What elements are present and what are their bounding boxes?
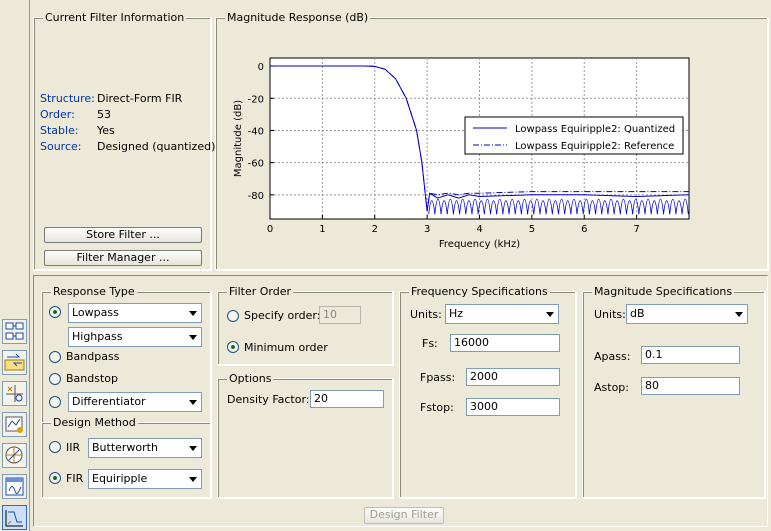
x-tick-label: 3: [424, 224, 430, 235]
x-tick-label: 5: [529, 224, 535, 235]
y-axis-label: Magnitude (dB): [233, 100, 244, 177]
minimum-order-radio[interactable]: [227, 341, 239, 353]
filter-order-title: Filter Order: [227, 285, 293, 298]
design-filter-icon[interactable]: [2, 505, 27, 530]
current-filter-info-title: Current Filter Information: [43, 11, 187, 24]
legend-entry: Lowpass Equiripple2: Quantized: [515, 124, 675, 135]
structure-label: Structure:: [40, 92, 95, 105]
y-tick-label: -80: [248, 191, 264, 202]
specify-order-label: Specify order:: [244, 309, 321, 322]
apass-input[interactable]: 0.1: [641, 346, 740, 364]
y-tick-label: 0: [258, 62, 264, 73]
x-tick-label: 2: [372, 224, 378, 235]
fir-radio[interactable]: [49, 472, 61, 484]
freq-units-select[interactable]: Hz: [445, 304, 559, 324]
x-tick-label: 0: [267, 224, 273, 235]
stable-label: Stable:: [40, 124, 79, 137]
mag-units-value: dB: [630, 307, 645, 320]
highpass-select-value: Highpass: [72, 330, 123, 343]
bandstop-label: Bandstop: [66, 372, 118, 385]
quantize-icon[interactable]: [2, 412, 27, 437]
x-tick-label: 6: [581, 224, 587, 235]
design-method-title: Design Method: [51, 416, 138, 429]
chevron-down-icon: [186, 394, 200, 410]
structure-value: Direct-Form FIR: [97, 92, 183, 105]
differentiator-radio[interactable]: [49, 396, 61, 408]
magnitude-specs-title: Magnitude Specifications: [592, 285, 735, 298]
bandpass-radio[interactable]: [49, 351, 61, 363]
chevron-down-icon: [732, 306, 746, 322]
lowpass-radio[interactable]: [49, 306, 61, 318]
source-value: Designed (quantized): [97, 140, 216, 153]
fstop-label: Fstop:: [420, 401, 454, 414]
order-label: Order:: [40, 108, 75, 121]
fpass-label: Fpass:: [420, 371, 456, 384]
x-axis-label: Frequency (kHz): [439, 239, 520, 250]
fs-label: Fs:: [422, 337, 438, 350]
y-tick-label: -20: [248, 94, 264, 105]
y-tick-label: -60: [248, 159, 264, 170]
chevron-down-icon: [186, 305, 200, 321]
store-filter-button[interactable]: Store Filter ...: [44, 227, 202, 243]
highpass-select[interactable]: Highpass: [68, 327, 202, 347]
filter-structure-icon[interactable]: [2, 319, 27, 344]
design-filter-button[interactable]: Design Filter: [364, 507, 444, 524]
filter-manager-button[interactable]: Filter Manager ...: [44, 250, 202, 266]
chevron-down-icon: [186, 471, 200, 487]
iir-method-value: Butterworth: [92, 441, 158, 454]
mag-units-select[interactable]: dB: [626, 304, 748, 324]
transform-icon[interactable]: [2, 350, 27, 375]
toolbar-divider: [29, 0, 30, 531]
astop-label: Astop:: [594, 381, 629, 394]
fir-method-select[interactable]: Equiripple: [88, 469, 202, 489]
differentiator-select-value: Differentiator: [72, 395, 146, 408]
fir-label: FIR: [66, 472, 84, 485]
y-tick-label: -40: [248, 126, 264, 137]
bandstop-radio[interactable]: [49, 373, 61, 385]
x-tick-label: 7: [633, 224, 639, 235]
freq-units-label: Units:: [410, 308, 442, 321]
options-title: Options: [227, 372, 274, 385]
chevron-down-icon: [543, 306, 557, 322]
legend-entry: Lowpass Equiripple2: Reference: [515, 141, 674, 152]
astop-input[interactable]: 80: [641, 377, 740, 395]
iir-method-select[interactable]: Butterworth: [88, 438, 202, 458]
minimum-order-label: Minimum order: [244, 341, 328, 354]
bandpass-label: Bandpass: [66, 350, 120, 363]
lowpass-select[interactable]: Lowpass: [68, 303, 202, 323]
freq-units-value: Hz: [449, 307, 464, 320]
density-factor-input[interactable]: 20: [310, 390, 384, 408]
fir-method-value: Equiripple: [92, 472, 148, 485]
density-factor-label: Density Factor:: [227, 393, 310, 406]
fstop-input[interactable]: 3000: [466, 398, 560, 416]
chevron-down-icon: [186, 440, 200, 456]
pole-zero-icon[interactable]: [2, 381, 27, 406]
chevron-down-icon: [186, 329, 200, 345]
frequency-specs-title: Frequency Specifications: [409, 285, 550, 298]
import-icon[interactable]: [2, 474, 27, 499]
realize-model-icon[interactable]: [2, 443, 27, 468]
mag-units-label: Units:: [594, 308, 626, 321]
fs-input[interactable]: 16000: [450, 334, 560, 352]
apass-label: Apass:: [594, 350, 631, 363]
fpass-input[interactable]: 2000: [466, 368, 560, 386]
x-tick-label: 4: [476, 224, 482, 235]
iir-label: IIR: [66, 441, 81, 454]
specify-order-input[interactable]: 10: [319, 306, 361, 324]
specify-order-radio[interactable]: [227, 310, 239, 322]
x-tick-label: 1: [319, 224, 325, 235]
response-type-title: Response Type: [51, 285, 137, 298]
differentiator-select[interactable]: Differentiator: [68, 392, 202, 412]
lowpass-select-value: Lowpass: [72, 306, 119, 319]
order-value: 53: [97, 108, 111, 121]
source-label: Source:: [40, 140, 82, 153]
magnitude-response-chart: 0 1 2 3 4 5 6 7 0 -20 -40 -60 -80 Frequency (kHz) Magn…: [233, 57, 690, 250]
stable-value: Yes: [97, 124, 115, 137]
iir-radio[interactable]: [49, 441, 61, 453]
